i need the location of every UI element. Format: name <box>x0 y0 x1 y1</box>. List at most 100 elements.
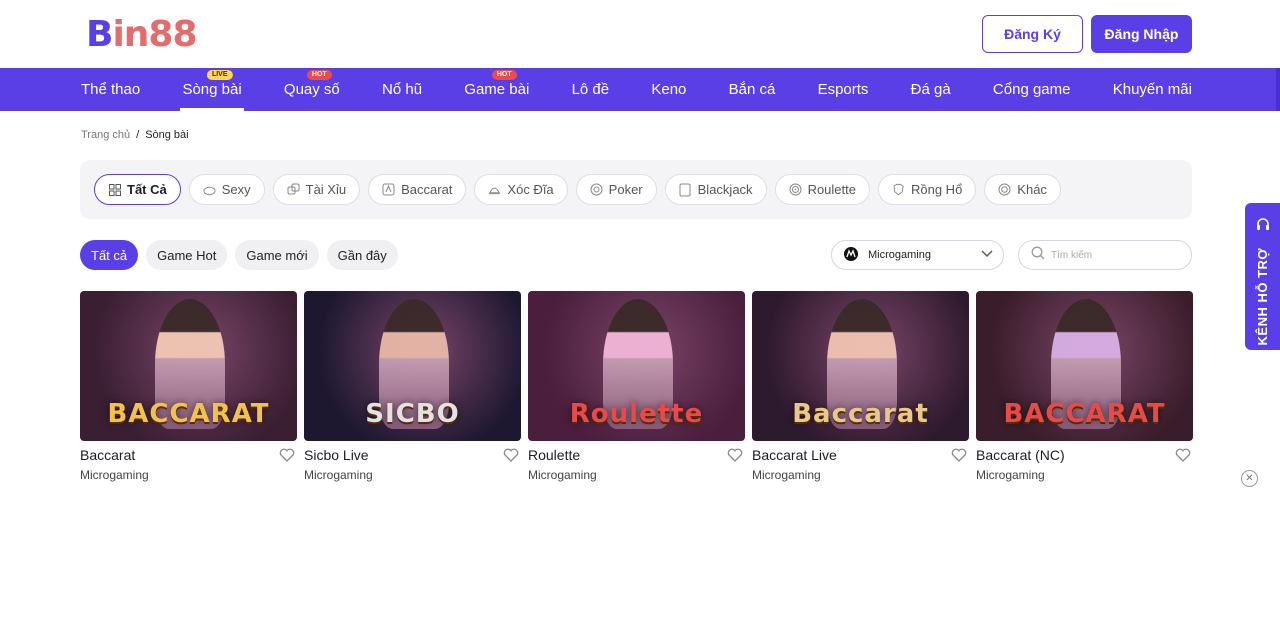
category-xoc-dia[interactable]: Xóc Đĩa <box>474 174 568 205</box>
game-thumbnail[interactable]: Baccarat <box>752 291 969 441</box>
heart-icon[interactable] <box>1175 448 1191 482</box>
category-bar: Tất Cả Sexy Tài Xỉu Baccarat Xóc Đĩa Pok… <box>80 160 1192 219</box>
category-label: Xóc Đĩa <box>507 182 554 197</box>
filter-game-moi[interactable]: Game mới <box>235 240 319 270</box>
nav-label: Keno <box>651 81 687 98</box>
support-channel-tab[interactable]: KÊNH HỖ TRỢ <box>1245 203 1280 350</box>
breadcrumb-separator: / <box>136 129 140 141</box>
game-thumbnail-title: Roulette <box>569 399 704 429</box>
heart-icon[interactable] <box>279 448 295 482</box>
search-input[interactable] <box>1051 249 1171 261</box>
dragon-tiger-icon <box>892 183 905 196</box>
nav-item-esports[interactable]: Esports <box>818 68 869 111</box>
heart-icon[interactable] <box>951 448 967 482</box>
nav-label: Bắn cá <box>728 81 776 98</box>
support-label: KÊNH HỖ TRỢ <box>1255 248 1270 346</box>
category-tai-xiu[interactable]: Tài Xỉu <box>272 174 361 205</box>
game-name[interactable]: Baccarat <box>80 447 149 463</box>
auth-buttons: Đăng Ký Đăng Nhập <box>982 15 1192 53</box>
brand-logo[interactable]: Bin88 <box>86 14 198 55</box>
nav-item-keno[interactable]: Keno <box>651 68 686 111</box>
category-tat-ca[interactable]: Tất Cả <box>94 174 181 205</box>
game-thumbnail-title: Baccarat <box>792 399 929 429</box>
game-card[interactable]: BACCARAT Baccarat Microgaming <box>80 291 297 482</box>
category-blackjack[interactable]: Blackjack <box>664 174 767 205</box>
game-provider: Microgaming <box>976 468 1045 482</box>
grid-icon <box>108 183 121 196</box>
other-icon <box>998 183 1011 196</box>
category-label: Rồng Hổ <box>910 182 963 197</box>
nav-item-lo-de[interactable]: Lô đề <box>572 68 610 111</box>
baccarat-icon <box>382 183 395 196</box>
game-name[interactable]: Baccarat Live <box>752 447 837 463</box>
nav-item-no-hu[interactable]: Nổ hũ <box>382 68 422 111</box>
nav-item-quay-so[interactable]: HOT Quay số <box>284 68 340 111</box>
close-icon[interactable]: ✕ <box>1241 470 1258 487</box>
category-rong-ho[interactable]: Rồng Hổ <box>877 174 977 205</box>
breadcrumb-home[interactable]: Trang chủ <box>81 129 130 141</box>
game-name[interactable]: Roulette <box>528 447 597 463</box>
game-provider: Microgaming <box>528 468 597 482</box>
category-sexy[interactable]: Sexy <box>188 174 265 205</box>
category-label: Baccarat <box>401 182 453 197</box>
game-meta: Sicbo Live Microgaming <box>304 447 521 482</box>
game-name[interactable]: Sicbo Live <box>304 447 373 463</box>
microgaming-logo-icon <box>844 246 858 264</box>
category-poker[interactable]: Poker <box>575 174 657 205</box>
nav-item-khuyen-mai[interactable]: Khuyến mãi <box>1113 68 1192 111</box>
category-khac[interactable]: Khác <box>984 174 1061 205</box>
live-badge: LIVE <box>206 70 233 80</box>
xoc-dia-icon <box>488 183 501 196</box>
nav-label: Khuyến mãi <box>1112 81 1192 98</box>
hot-badge: HOT <box>491 70 517 80</box>
game-meta: Roulette Microgaming <box>528 447 745 482</box>
nav-item-da-ga[interactable]: Đá gà <box>911 68 951 111</box>
category-roulette[interactable]: Roulette <box>774 174 870 205</box>
game-thumbnail-title: BACCARAT <box>1003 399 1166 429</box>
poker-chip-icon <box>590 183 603 196</box>
nav-item-the-thao[interactable]: Thể thao <box>81 68 140 111</box>
nav-label: Đá gà <box>910 81 951 98</box>
game-thumbnail-title: SICBO <box>365 399 460 429</box>
breadcrumb-current: Sòng bài <box>145 129 189 141</box>
game-thumbnail[interactable]: BACCARAT <box>976 291 1193 441</box>
game-card[interactable]: SICBO Sicbo Live Microgaming <box>304 291 521 482</box>
filter-gan-day[interactable]: Gần đây <box>326 240 398 270</box>
game-provider: Microgaming <box>304 468 373 482</box>
game-thumbnail[interactable]: BACCARAT <box>80 291 297 441</box>
heart-icon[interactable] <box>503 448 519 482</box>
game-card[interactable]: Roulette Roulette Microgaming <box>528 291 745 482</box>
category-baccarat[interactable]: Baccarat <box>368 174 467 205</box>
game-card[interactable]: Baccarat Baccarat Live Microgaming <box>752 291 969 482</box>
game-card[interactable]: BACCARAT Baccarat (NC) Microgaming <box>976 291 1193 482</box>
nav-label: Lô đề <box>571 81 610 98</box>
card-icon <box>679 183 692 196</box>
scrollbar[interactable] <box>1276 68 1280 111</box>
nav-item-ban-ca[interactable]: Bắn cá <box>729 68 776 111</box>
filter-game-hot[interactable]: Game Hot <box>146 240 228 270</box>
game-thumbnail[interactable]: Roulette <box>528 291 745 441</box>
heart-icon[interactable] <box>727 448 743 482</box>
provider-select[interactable]: Microgaming <box>831 240 1004 270</box>
filter-all[interactable]: Tất cả <box>80 240 139 270</box>
register-button[interactable]: Đăng Ký <box>982 15 1083 53</box>
nav-item-cong-game[interactable]: Cổng game <box>993 68 1071 111</box>
game-name[interactable]: Baccarat (NC) <box>976 447 1065 463</box>
game-thumbnail-title: BACCARAT <box>107 399 270 429</box>
game-filters: Tất cả Game Hot Game mới Gần đây <box>80 240 398 270</box>
chevron-down-icon <box>981 249 993 261</box>
header: Bin88 Đăng Ký Đăng Nhập <box>0 0 1280 68</box>
nav-item-game-bai[interactable]: HOT Game bài <box>464 68 529 111</box>
game-meta: Baccarat (NC) Microgaming <box>976 447 1193 482</box>
category-label: Tài Xỉu <box>305 182 347 197</box>
game-thumbnail[interactable]: SICBO <box>304 291 521 441</box>
nav-label: Esports <box>817 81 869 98</box>
login-button[interactable]: Đăng Nhập <box>1091 15 1192 53</box>
nav-item-song-bai[interactable]: LIVE Sòng bài <box>180 68 244 111</box>
provider-select-value: Microgaming <box>868 249 931 261</box>
game-provider: Microgaming <box>80 468 149 482</box>
nav-label: Game bài <box>464 81 530 98</box>
category-label: Sexy <box>221 182 251 197</box>
search-icon <box>1031 246 1045 265</box>
category-label: Poker <box>608 182 643 197</box>
